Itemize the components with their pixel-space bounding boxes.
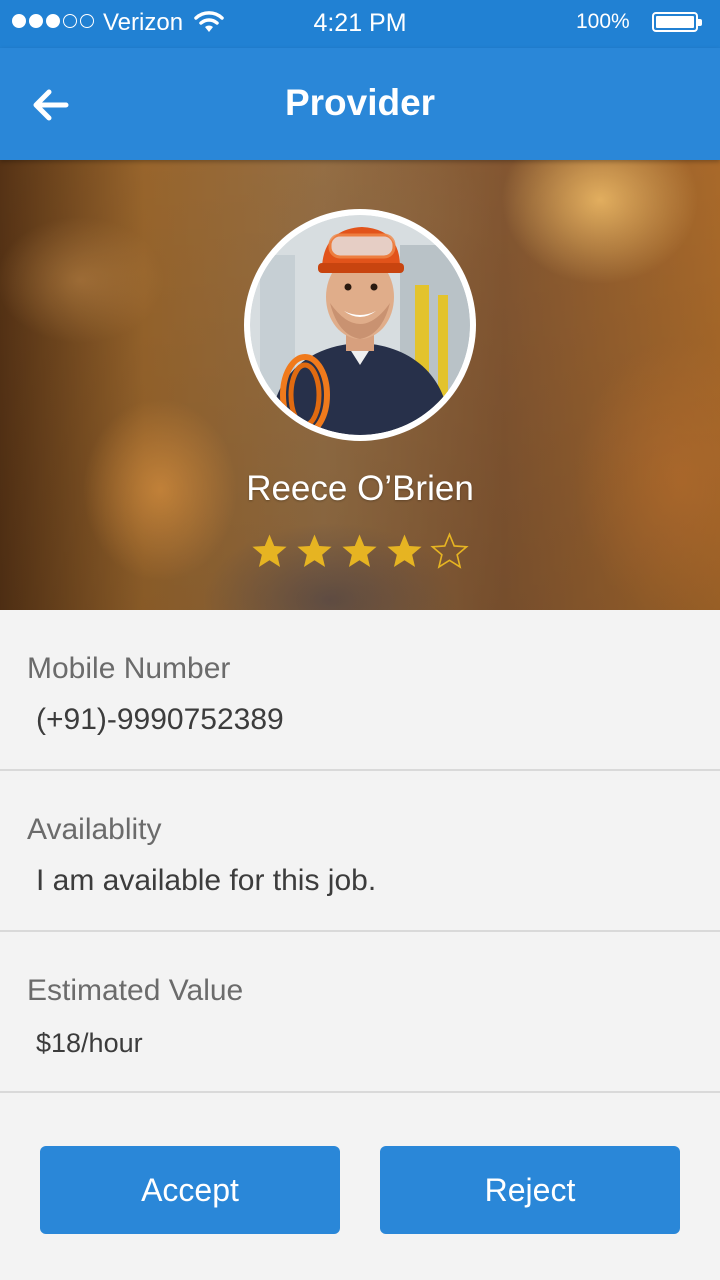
- availability-label: Availablity: [27, 813, 162, 846]
- estimated-value-section: Estimated Value $18/hour: [0, 932, 720, 1093]
- battery-icon: [652, 12, 702, 32]
- accept-button[interactable]: Accept: [40, 1146, 340, 1234]
- star-rating: [250, 532, 469, 571]
- availability-value: I am available for this job.: [36, 864, 377, 897]
- battery-percentage: 100%: [576, 10, 630, 33]
- availability-section: Availablity I am available for this job.: [0, 771, 720, 932]
- status-bar: Verizon 4:21 PM 100%: [0, 0, 720, 48]
- profile-header: Reece O’Brien: [0, 160, 720, 610]
- mobile-number-section: Mobile Number (+91)-9990752389: [0, 610, 720, 771]
- star-filled-icon: [297, 534, 332, 567]
- mobile-number-label: Mobile Number: [27, 652, 231, 685]
- app-bar: Provider: [0, 48, 720, 160]
- reject-button[interactable]: Reject: [380, 1146, 680, 1234]
- provider-name: Reece O’Brien: [246, 469, 474, 508]
- page-title: Provider: [284, 82, 436, 123]
- star-filled-icon: [387, 534, 422, 567]
- estimated-value: $18/hour: [36, 1028, 143, 1058]
- star-empty-icon: [430, 532, 469, 569]
- estimated-value-label: Estimated Value: [27, 974, 244, 1007]
- star-filled-icon: [342, 534, 377, 567]
- avatar: [244, 209, 476, 441]
- mobile-number-value: (+91)-9990752389: [36, 703, 284, 736]
- star-filled-icon: [252, 534, 287, 567]
